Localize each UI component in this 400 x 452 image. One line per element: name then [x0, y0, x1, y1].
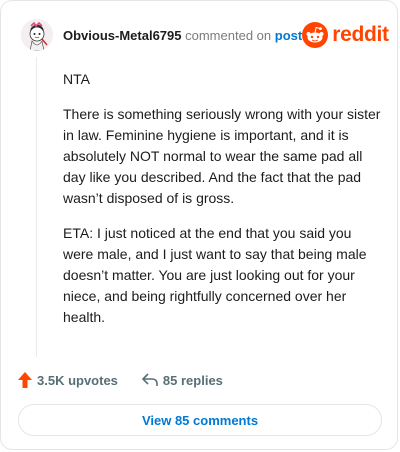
action-text: commented on	[185, 27, 272, 43]
reddit-wordmark: reddit	[332, 23, 389, 46]
comment-body: NTA There is something seriously wrong w…	[63, 69, 381, 342]
avatar[interactable]	[21, 19, 53, 51]
comment-header: Obvious-Metal6795 commented on post redd…	[21, 17, 389, 53]
thread-line	[36, 57, 37, 357]
upvote-arrow-icon	[18, 372, 32, 388]
comment-paragraph: ETA: I just noticed at the end that you …	[63, 225, 367, 325]
reply-arrow-icon	[142, 373, 158, 386]
post-link[interactable]: post	[275, 28, 302, 43]
upvote-button[interactable]: 3.5K upvotes	[18, 372, 118, 388]
replies-button[interactable]: 85 replies	[142, 373, 223, 388]
replies-count: 85 replies	[162, 372, 223, 388]
reddit-snoo-icon	[302, 22, 329, 48]
author-line: Obvious-Metal6795 commented on post	[63, 28, 302, 43]
comment-paragraph: There is something seriously wrong with …	[63, 106, 381, 206]
comment-card: Obvious-Metal6795 commented on post redd…	[0, 0, 398, 450]
comment-paragraph: NTA	[63, 71, 90, 87]
upvote-count: 3.5K upvotes	[37, 372, 118, 388]
action-bar: 3.5K upvotes 85 replies	[18, 369, 381, 391]
reddit-logo[interactable]: reddit	[302, 22, 389, 48]
author-name[interactable]: Obvious-Metal6795	[63, 28, 182, 43]
view-comments-button[interactable]: View 85 comments	[18, 404, 382, 436]
